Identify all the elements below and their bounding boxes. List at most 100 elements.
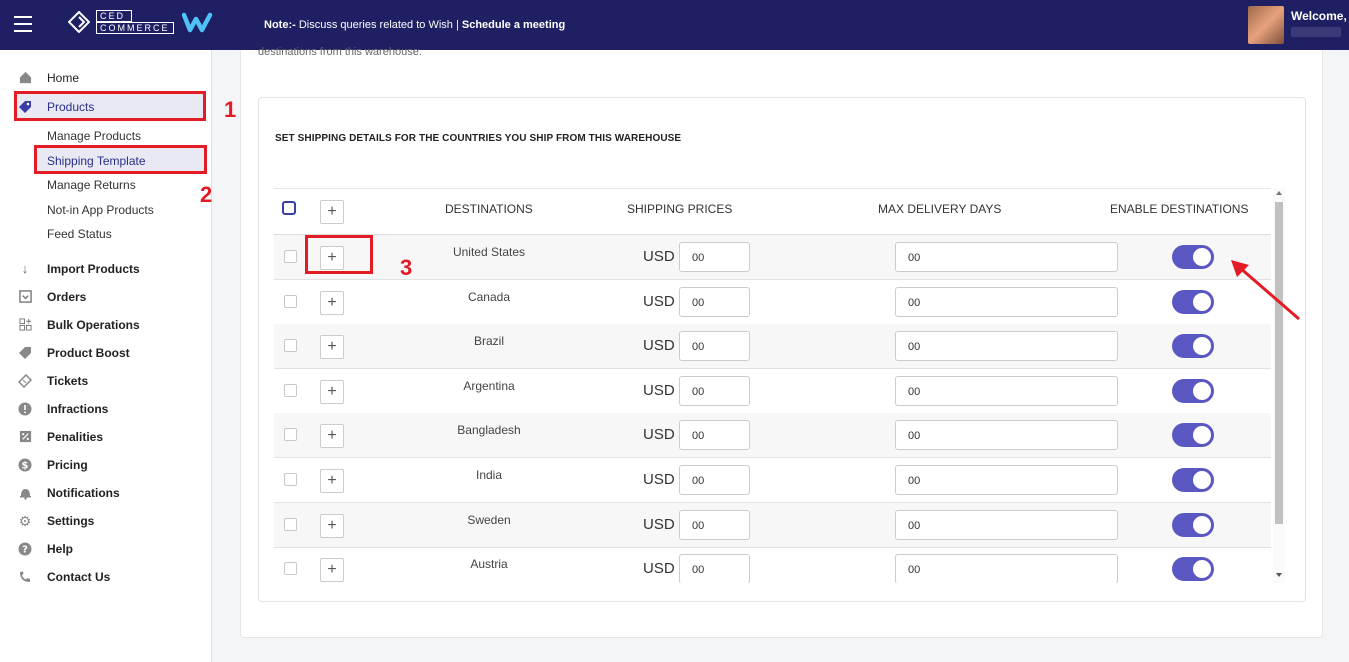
currency-label: USD xyxy=(643,248,675,265)
tag-icon xyxy=(18,100,32,114)
column-header-shipping-prices: SHIPPING PRICES xyxy=(627,202,733,216)
sidebar-sub-manage-returns[interactable]: Manage Returns xyxy=(47,178,136,192)
help-icon: ? xyxy=(18,542,32,556)
max-delivery-days-input[interactable]: 00 xyxy=(895,465,1118,495)
percent-icon xyxy=(18,430,32,444)
shipping-price-input[interactable]: 00 xyxy=(679,242,750,272)
shipping-price-input[interactable]: 00 xyxy=(679,420,750,450)
shipping-price-input[interactable]: 00 xyxy=(679,287,750,317)
enable-destination-toggle[interactable] xyxy=(1172,468,1214,492)
shipping-price-input[interactable]: 00 xyxy=(679,376,750,406)
annotation-arrow-icon xyxy=(1231,260,1300,321)
shipping-price-input[interactable]: 00 xyxy=(679,510,750,540)
description-text: destinations from this warehouse. xyxy=(258,46,422,58)
currency-label: USD xyxy=(643,426,675,443)
destination-name: India xyxy=(475,468,503,482)
row-checkbox[interactable] xyxy=(284,562,297,575)
svg-text:$: $ xyxy=(22,461,29,472)
currency-label: USD xyxy=(643,382,675,399)
currency-label: USD xyxy=(643,293,675,310)
table-scrollbar[interactable] xyxy=(1273,188,1285,583)
sidebar-item-label: Contact Us xyxy=(47,570,111,584)
bell-icon xyxy=(18,486,32,500)
row-add-button[interactable]: + xyxy=(320,514,344,538)
annotation-number-3: 3 xyxy=(400,255,413,280)
inbox-icon xyxy=(18,290,32,304)
max-delivery-days-input[interactable]: 00 xyxy=(895,287,1118,317)
enable-destination-toggle[interactable] xyxy=(1172,513,1214,537)
scroll-up-arrow-icon[interactable] xyxy=(1276,191,1282,195)
row-checkbox[interactable] xyxy=(284,428,297,441)
row-add-button[interactable]: + xyxy=(320,335,344,359)
sidebar-item-label: Bulk Operations xyxy=(47,318,140,332)
gear-icon: ⚙ xyxy=(18,513,32,529)
scroll-down-arrow-icon[interactable] xyxy=(1276,573,1282,577)
table-header: + DESTINATIONS SHIPPING PRICES MAX DELIV… xyxy=(274,188,1271,235)
row-add-button[interactable]: + xyxy=(320,380,344,404)
max-delivery-days-input[interactable]: 00 xyxy=(895,554,1118,583)
sidebar-item-label: Pricing xyxy=(47,458,88,472)
enable-destination-toggle[interactable] xyxy=(1172,290,1214,314)
wish-logo-icon xyxy=(181,12,212,33)
sidebar-sub-not-in-app-products[interactable]: Not-in App Products xyxy=(47,203,154,217)
scrollbar-thumb[interactable] xyxy=(1275,202,1283,524)
toggle-knob xyxy=(1193,516,1211,534)
max-delivery-days-input[interactable]: 00 xyxy=(895,510,1118,540)
toggle-knob xyxy=(1193,471,1211,489)
toggle-knob xyxy=(1193,382,1211,400)
max-delivery-days-input[interactable]: 00 xyxy=(895,331,1118,361)
row-checkbox[interactable] xyxy=(284,518,297,531)
enable-destination-toggle[interactable] xyxy=(1172,557,1214,581)
schedule-meeting-link[interactable]: Schedule a meeting xyxy=(462,19,565,31)
annotation-number-2: 2 xyxy=(200,182,213,207)
sidebar-item-label: Import Products xyxy=(47,262,140,276)
cedcommerce-logo[interactable]: CED COMMERCE xyxy=(68,10,216,34)
row-add-button[interactable]: + xyxy=(320,424,344,448)
toggle-knob xyxy=(1193,560,1211,578)
destination-name: Bangladesh xyxy=(457,423,521,437)
header-note: Note:- Discuss queries related to Wish |… xyxy=(264,19,565,31)
table-row: + Canada USD 00 00 xyxy=(274,280,1271,325)
column-header-enable-destinations: ENABLE DESTINATIONS xyxy=(1110,202,1249,216)
enable-destination-toggle[interactable] xyxy=(1172,334,1214,358)
phone-icon xyxy=(18,570,32,584)
row-checkbox[interactable] xyxy=(284,295,297,308)
max-delivery-days-input[interactable]: 00 xyxy=(895,420,1118,450)
max-delivery-days-input[interactable]: 00 xyxy=(895,376,1118,406)
max-delivery-days-input[interactable]: 00 xyxy=(895,242,1118,272)
table-row: + Argentina USD 00 00 xyxy=(274,369,1271,414)
products-highlight xyxy=(14,91,206,121)
table-row: + Brazil USD 00 00 xyxy=(274,324,1271,369)
cedcommerce-diamond-icon xyxy=(68,11,90,33)
currency-label: USD xyxy=(643,337,675,354)
hamburger-menu-icon[interactable] xyxy=(14,16,32,32)
table-row: + United States USD 00 00 xyxy=(274,235,1271,280)
shipping-price-input[interactable]: 00 xyxy=(679,331,750,361)
row-add-button[interactable]: + xyxy=(320,558,344,582)
shipping-price-input[interactable]: 00 xyxy=(679,465,750,495)
sidebar-item-label: Notifications xyxy=(47,486,120,500)
sidebar-item-label: Orders xyxy=(47,290,87,304)
row-checkbox[interactable] xyxy=(284,384,297,397)
row-add-button[interactable]: + xyxy=(320,291,344,315)
table-row: + Sweden USD 00 00 xyxy=(274,503,1271,548)
user-name-blurred xyxy=(1291,27,1341,37)
sidebar-item-label: Home xyxy=(47,71,80,85)
sidebar-item-label: Tickets xyxy=(47,374,89,388)
enable-destination-toggle[interactable] xyxy=(1172,423,1214,447)
select-all-checkbox[interactable] xyxy=(282,201,296,215)
user-avatar[interactable] xyxy=(1248,6,1284,44)
row-add-button[interactable]: + xyxy=(320,469,344,493)
row-checkbox[interactable] xyxy=(284,339,297,352)
shipping-price-input[interactable]: 00 xyxy=(679,554,750,583)
sidebar-sub-manage-products[interactable]: Manage Products xyxy=(47,129,141,143)
sidebar-sub-feed-status[interactable]: Feed Status xyxy=(47,227,112,241)
enable-destination-toggle[interactable] xyxy=(1172,245,1214,269)
row-checkbox[interactable] xyxy=(284,250,297,263)
enable-destination-toggle[interactable] xyxy=(1172,379,1214,403)
destination-name: United States xyxy=(452,245,526,259)
add-all-button[interactable]: + xyxy=(320,200,344,224)
logo-text-top: CED xyxy=(96,10,132,22)
sidebar-sub-shipping-template[interactable]: Shipping Template xyxy=(47,154,146,168)
row-checkbox[interactable] xyxy=(284,473,297,486)
